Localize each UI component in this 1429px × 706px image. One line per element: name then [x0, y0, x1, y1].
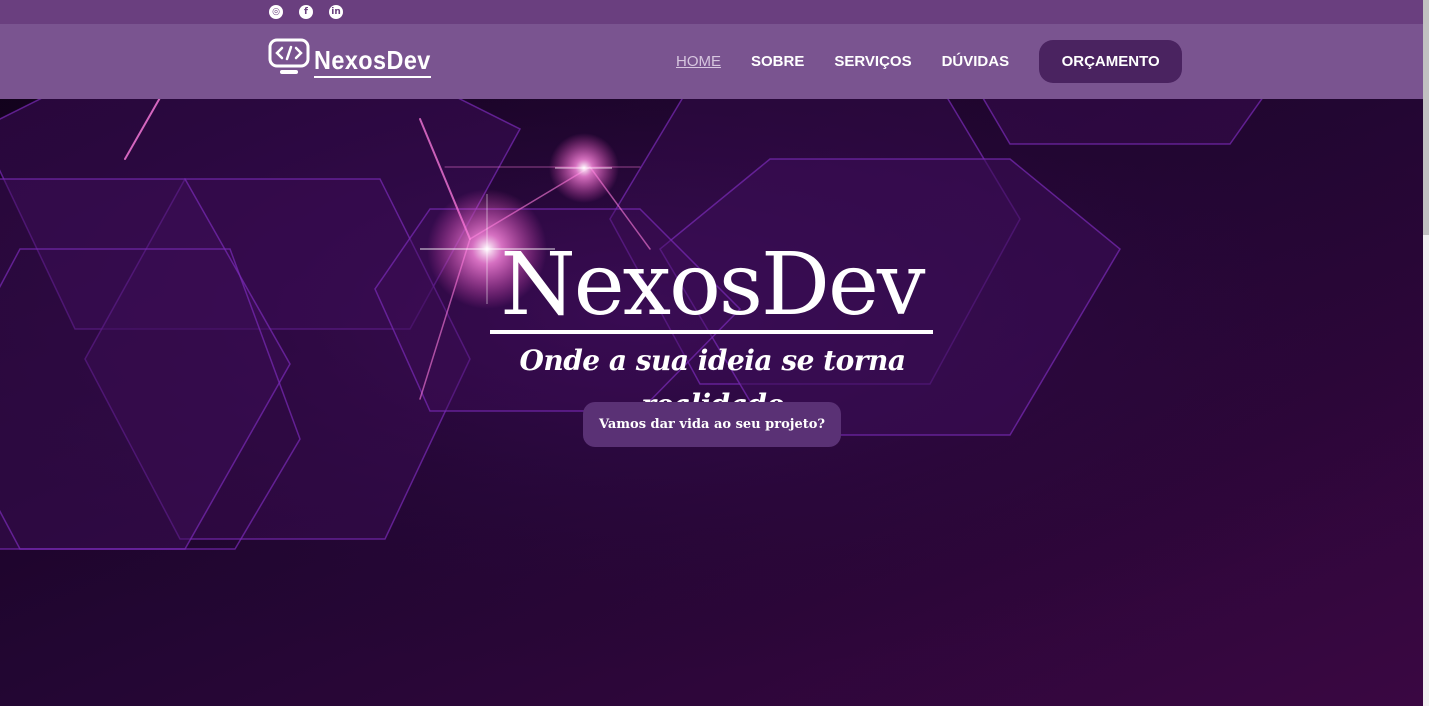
instagram-icon[interactable]: ◎: [269, 5, 283, 19]
orcamento-button[interactable]: ORÇAMENTO: [1039, 40, 1183, 83]
code-monitor-icon: [268, 38, 310, 74]
nav-home[interactable]: HOME: [676, 41, 721, 83]
social-links: ◎ f in: [269, 5, 343, 19]
social-topbar: ◎ f in: [0, 0, 1423, 24]
linkedin-icon[interactable]: in: [329, 5, 343, 19]
nav-menu: HOME SOBRE SERVIÇOS DÚVIDAS ORÇAMENTO: [676, 40, 1183, 83]
brand-name: NexosDev: [314, 45, 431, 78]
hero-cta-button[interactable]: Vamos dar vida ao seu projeto?: [583, 402, 841, 447]
scrollbar-thumb[interactable]: [1423, 0, 1429, 235]
brand-logo[interactable]: NexosDev: [268, 38, 444, 78]
main-navbar: NexosDev HOME SOBRE SERVIÇOS DÚVIDAS ORÇ…: [0, 24, 1423, 99]
facebook-icon[interactable]: f: [299, 5, 313, 19]
nav-servicos[interactable]: SERVIÇOS: [834, 41, 911, 83]
nav-duvidas[interactable]: DÚVIDAS: [942, 41, 1010, 83]
nav-sobre[interactable]: SOBRE: [751, 41, 804, 83]
hero-section: NexosDev Onde a sua ideia se torna reali…: [0, 99, 1423, 706]
hero-title-underline: [490, 330, 933, 334]
page-scrollbar[interactable]: [1423, 0, 1429, 706]
hero-title: NexosDev: [500, 235, 926, 335]
